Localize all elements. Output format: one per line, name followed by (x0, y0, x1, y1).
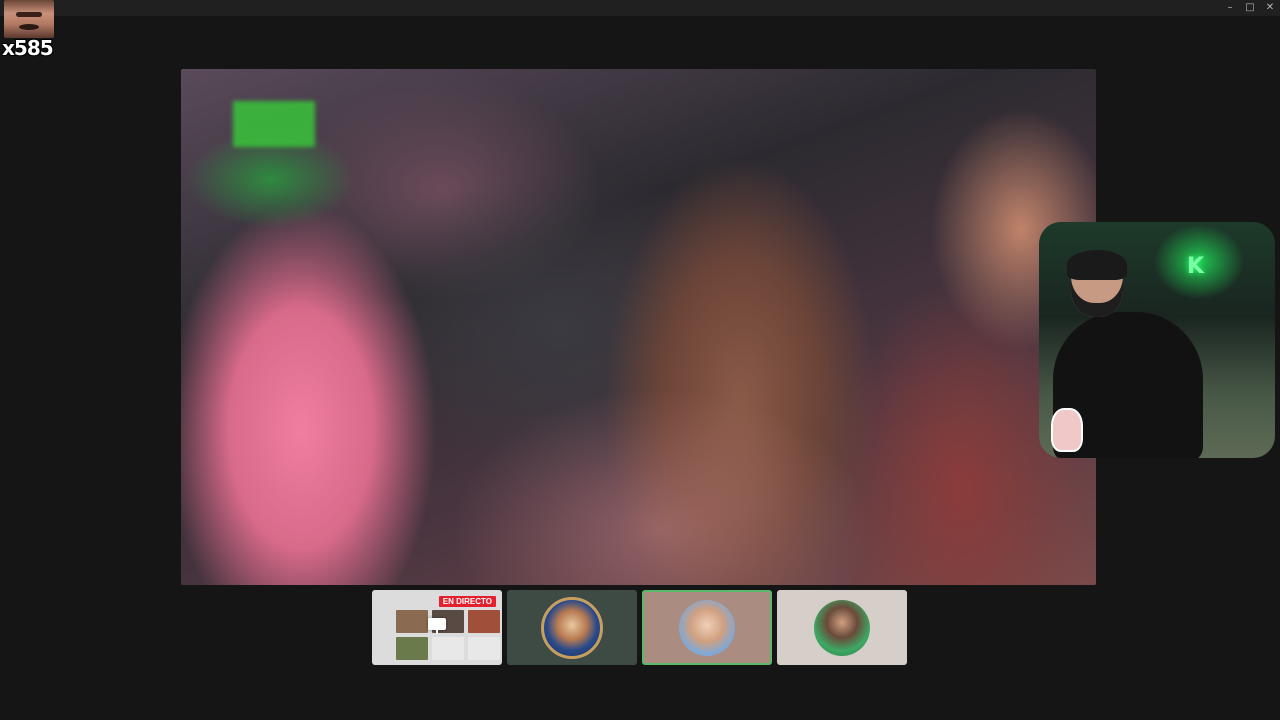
screen-share-preview (396, 610, 500, 660)
window-titlebar: – □ ✕ (0, 0, 1280, 16)
live-badge: EN DIRECTO (438, 596, 496, 607)
participant-tile-screen-share[interactable]: EN DIRECTO (372, 590, 502, 665)
participant-avatar (541, 596, 603, 659)
video-glow (181, 69, 1096, 585)
preview-thumb (468, 637, 500, 660)
preview-thumb (396, 637, 428, 660)
participant-tile[interactable] (777, 590, 907, 665)
overlay-avatar-eyes (16, 12, 42, 17)
preview-thumb (468, 610, 500, 633)
participant-avatar (814, 599, 870, 656)
preview-thumb (432, 637, 464, 660)
webcam-neon-logo: K (1187, 254, 1205, 279)
participant-tile[interactable] (507, 590, 637, 665)
window-controls: – □ ✕ (1220, 0, 1280, 16)
minimize-button[interactable]: – (1220, 0, 1240, 16)
participant-avatar (679, 599, 735, 656)
overlay-avatar-image (4, 0, 54, 38)
overlay-avatar-mouth (19, 24, 39, 30)
close-button[interactable]: ✕ (1260, 0, 1280, 16)
preview-thumb (396, 610, 428, 633)
participant-tile-active-speaker[interactable] (642, 590, 772, 665)
streamer-webcam: K (1039, 222, 1275, 458)
participant-strip: EN DIRECTO (372, 590, 907, 665)
screen-share-icon (428, 618, 446, 634)
webcam-person-hair (1067, 250, 1127, 280)
webcam-sticker (1051, 408, 1083, 452)
overlay-counter: x585 (2, 36, 54, 60)
main-video[interactable] (181, 69, 1096, 585)
maximize-button[interactable]: □ (1240, 0, 1260, 16)
